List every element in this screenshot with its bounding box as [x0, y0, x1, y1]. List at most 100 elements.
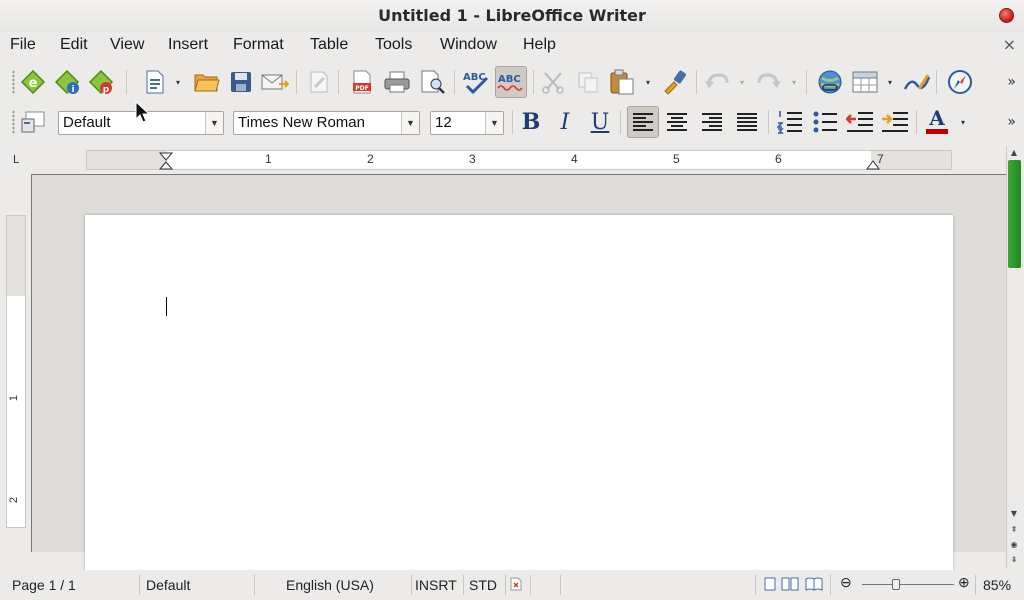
svg-text:p: p: [103, 85, 110, 95]
zoom-in-icon[interactable]: ⊕: [958, 574, 970, 591]
font-color-icon[interactable]: A: [922, 106, 952, 136]
menu-edit[interactable]: Edit: [60, 36, 88, 54]
epub-export-icon[interactable]: e: [18, 67, 48, 97]
zoom-out-icon[interactable]: ⊖: [840, 574, 852, 591]
ruler-number: 6: [775, 152, 782, 166]
menu-bar: File Edit View Insert Format Table Tools…: [0, 32, 1024, 60]
left-indent-marker[interactable]: [159, 152, 173, 170]
clone-formatting-icon[interactable]: [660, 67, 690, 97]
page-style-indicator[interactable]: Default: [146, 577, 190, 593]
chevron-down-icon[interactable]: ▼: [401, 112, 419, 134]
menu-window[interactable]: Window: [440, 36, 497, 54]
navigator-icon[interactable]: [945, 67, 975, 97]
tab-stop-selector[interactable]: L: [6, 150, 26, 170]
toolbar-grip[interactable]: [12, 110, 15, 134]
svg-text:ABC: ABC: [498, 74, 521, 85]
scroll-down-icon[interactable]: ▼: [1008, 508, 1020, 520]
print-icon[interactable]: [382, 67, 412, 97]
save-icon[interactable]: [226, 67, 256, 97]
table-icon[interactable]: [850, 67, 880, 97]
scroll-up-icon[interactable]: ▲: [1008, 147, 1020, 159]
zoom-level[interactable]: 85%: [983, 577, 1011, 593]
title-bar: Untitled 1 - LibreOffice Writer: [0, 0, 1024, 32]
hyperlink-icon[interactable]: [815, 67, 845, 97]
more-toolbar-icon[interactable]: »: [1007, 114, 1016, 130]
mouse-pointer-icon: [135, 101, 151, 123]
standard-toolbar: e i p ▾ PDF ABC ABC ▾ ▾ ▾ ▾ »: [0, 62, 1024, 102]
document-area[interactable]: [31, 174, 1006, 575]
more-toolbar-icon[interactable]: »: [1007, 74, 1016, 90]
right-indent-marker[interactable]: [866, 152, 880, 170]
menu-format[interactable]: Format: [233, 36, 284, 54]
font-name-value: Times New Roman: [238, 114, 365, 131]
edit-file-icon[interactable]: [304, 67, 334, 97]
redo-icon[interactable]: [754, 67, 784, 97]
numbering-icon[interactable]: [775, 107, 805, 137]
close-document-icon[interactable]: ×: [1003, 35, 1016, 54]
navigation-icon[interactable]: ◉: [1008, 539, 1020, 551]
insert-mode-indicator[interactable]: INSRT: [415, 577, 457, 593]
previous-page-icon[interactable]: ⇞: [1008, 524, 1020, 536]
bold-button[interactable]: B: [516, 107, 546, 137]
horizontal-ruler[interactable]: 1 2 3 4 5 6 7: [86, 150, 952, 170]
ruler-number: 5: [673, 152, 680, 166]
menu-tools[interactable]: Tools: [375, 36, 412, 54]
align-left-icon[interactable]: [627, 106, 659, 138]
email-icon[interactable]: [260, 67, 290, 97]
undo-icon[interactable]: [702, 67, 732, 97]
menu-insert[interactable]: Insert: [168, 36, 208, 54]
vertical-ruler[interactable]: 1 2: [6, 215, 26, 528]
styles-icon[interactable]: [18, 107, 48, 137]
justify-icon[interactable]: [732, 107, 762, 137]
status-bar: Page 1 / 1 Default English (USA) INSRT S…: [0, 570, 1024, 600]
increase-indent-icon[interactable]: [880, 107, 910, 137]
draw-functions-icon[interactable]: [902, 67, 932, 97]
selection-mode-indicator[interactable]: STD: [469, 577, 497, 593]
font-color-glyph: A: [929, 106, 945, 130]
autospellcheck-icon[interactable]: ABC: [495, 66, 527, 98]
font-name-combo[interactable]: Times New Roman ▼: [233, 111, 420, 135]
vertical-scrollbar[interactable]: ▲ ▼ ⇞ ◉ ⇟: [1006, 146, 1021, 568]
epub-pdf-icon[interactable]: p: [86, 67, 116, 97]
svg-text:i: i: [71, 85, 74, 95]
ruler-number: 1: [8, 394, 21, 402]
single-page-view-icon[interactable]: [764, 577, 776, 591]
open-folder-icon[interactable]: [192, 67, 222, 97]
spellcheck-icon[interactable]: ABC: [461, 67, 491, 97]
toolbar-grip[interactable]: [12, 70, 15, 94]
page-indicator[interactable]: Page 1 / 1: [12, 577, 76, 593]
bullets-icon[interactable]: [810, 107, 840, 137]
decrease-indent-icon[interactable]: [845, 107, 875, 137]
language-indicator[interactable]: English (USA): [286, 577, 374, 593]
menu-view[interactable]: View: [110, 36, 144, 54]
scrollbar-thumb[interactable]: [1008, 160, 1021, 268]
print-preview-icon[interactable]: [418, 67, 448, 97]
paste-icon[interactable]: [607, 67, 637, 97]
chevron-down-icon[interactable]: ▼: [485, 112, 503, 134]
menu-file[interactable]: File: [10, 36, 36, 54]
zoom-slider[interactable]: ⊖ ⊕: [840, 574, 970, 594]
cut-icon[interactable]: [538, 67, 568, 97]
menu-help[interactable]: Help: [523, 36, 556, 54]
document-page[interactable]: [85, 215, 953, 575]
text-cursor: [166, 297, 167, 316]
zoom-slider-knob[interactable]: [892, 579, 900, 590]
italic-button[interactable]: I: [550, 107, 580, 137]
copy-icon[interactable]: [573, 67, 603, 97]
window-close-button[interactable]: [999, 8, 1014, 23]
new-document-icon[interactable]: [140, 67, 170, 97]
align-center-icon[interactable]: [662, 107, 692, 137]
menu-table[interactable]: Table: [310, 36, 348, 54]
ruler-number: 2: [367, 152, 374, 166]
chevron-down-icon[interactable]: ▼: [205, 112, 223, 134]
next-page-icon[interactable]: ⇟: [1008, 554, 1020, 566]
align-right-icon[interactable]: [697, 107, 727, 137]
font-size-combo[interactable]: 12 ▼: [430, 111, 504, 135]
book-view-icon[interactable]: [805, 577, 823, 591]
ruler-number: 3: [469, 152, 476, 166]
document-modified-icon[interactable]: [510, 577, 522, 591]
multi-page-view-icon[interactable]: [781, 577, 799, 591]
export-pdf-icon[interactable]: PDF: [347, 67, 377, 97]
underline-button[interactable]: U: [585, 107, 615, 137]
epub-info-icon[interactable]: i: [52, 67, 82, 97]
